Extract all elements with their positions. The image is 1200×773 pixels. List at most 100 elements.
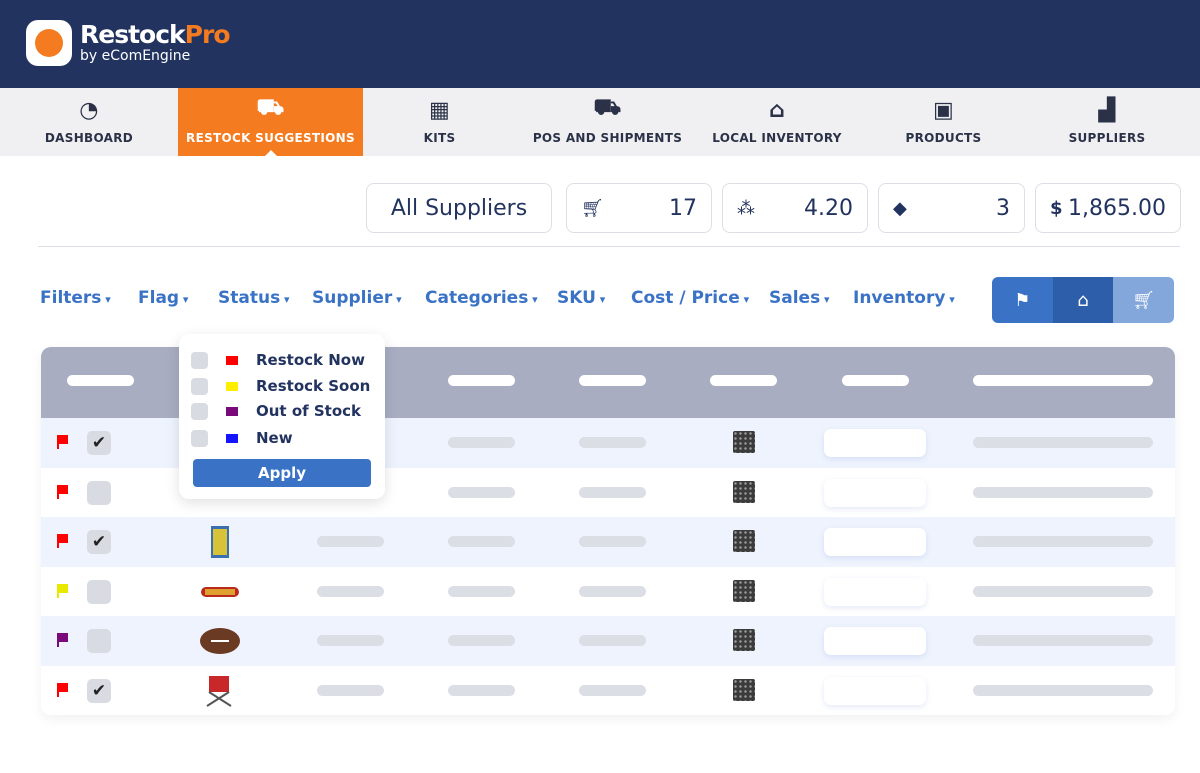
filter-flag[interactable]: Flag <box>138 288 188 308</box>
row-checkbox[interactable] <box>87 481 111 505</box>
cell-placeholder <box>579 487 646 498</box>
calculator-icon[interactable] <box>733 679 755 701</box>
quantity-input[interactable] <box>824 677 926 705</box>
nav-local-inventory[interactable]: ⌂LOCAL INVENTORY <box>699 88 855 156</box>
filter-filters[interactable]: Filters <box>40 288 111 308</box>
row-checkbox[interactable]: ✔ <box>87 431 111 455</box>
row-checkbox[interactable]: ✔ <box>87 679 111 703</box>
cell-placeholder <box>448 536 515 547</box>
table-row[interactable] <box>41 616 1175 666</box>
calculator-icon[interactable] <box>733 431 755 453</box>
row-checkbox[interactable] <box>87 629 111 653</box>
checkbox[interactable] <box>191 352 208 369</box>
status-option-restock-soon[interactable]: Restock Soon <box>191 376 370 396</box>
checkbox[interactable] <box>191 430 208 447</box>
quantity-input[interactable] <box>824 578 926 606</box>
product-image <box>199 525 241 559</box>
filter-sales[interactable]: Sales <box>769 288 830 308</box>
cell-placeholder <box>317 685 384 696</box>
logo[interactable]: RestockPro by eComEngine <box>26 20 230 66</box>
boxes-icon: ▦ <box>429 98 450 123</box>
cell-placeholder <box>579 685 646 696</box>
quantity-input[interactable] <box>824 479 926 507</box>
status-option-out-of-stock[interactable]: Out of Stock <box>191 401 361 421</box>
nav-label: LOCAL INVENTORY <box>712 131 842 145</box>
logo-name-accent: Pro <box>185 20 230 49</box>
row-checkbox[interactable]: ✔ <box>87 530 111 554</box>
option-label: New <box>256 429 293 447</box>
row-checkbox[interactable] <box>87 580 111 604</box>
flag-icon[interactable] <box>57 435 68 444</box>
flag-icon <box>226 382 238 391</box>
table-row[interactable] <box>41 567 1175 617</box>
total-value: 1,865.00 <box>1068 196 1166 221</box>
filter-sku[interactable]: SKU <box>557 288 605 308</box>
nav-label: PRODUCTS <box>906 131 982 145</box>
supplier-select[interactable]: All Suppliers <box>366 183 552 233</box>
nav-pos-and-shipments[interactable]: ⛟POS AND SHIPMENTS <box>516 88 699 156</box>
cell-placeholder <box>579 586 646 597</box>
nav-kits[interactable]: ▦KITS <box>363 88 516 156</box>
warehouse-view-button[interactable]: ⌂ <box>1053 277 1114 323</box>
status-option-restock-now[interactable]: Restock Now <box>191 350 365 370</box>
option-label: Restock Now <box>256 351 365 369</box>
tags-stat: ◆3 <box>878 183 1025 233</box>
table-row[interactable]: ✔ <box>41 666 1175 716</box>
filter-supplier[interactable]: Supplier <box>312 288 402 308</box>
cell-placeholder <box>579 635 646 646</box>
flag-view-button[interactable]: ⚑ <box>992 277 1053 323</box>
factory-icon: ▟ <box>1098 98 1115 123</box>
cell-placeholder <box>579 536 646 547</box>
supplier-value: All Suppliers <box>391 196 527 221</box>
calculator-icon[interactable] <box>733 580 755 602</box>
header-placeholder <box>710 375 777 386</box>
product-image <box>199 575 241 609</box>
cart-view-button[interactable]: 🛒︎ <box>1113 277 1174 323</box>
quantity-input[interactable] <box>824 429 926 457</box>
status-option-new[interactable]: New <box>191 428 293 448</box>
calculator-icon[interactable] <box>733 481 755 503</box>
warehouse-icon: ⌂ <box>1077 290 1088 311</box>
cell-placeholder <box>448 586 515 597</box>
flag-icon[interactable] <box>57 584 68 593</box>
checkbox[interactable] <box>191 403 208 420</box>
cell-placeholder <box>317 536 384 547</box>
cell-placeholder <box>579 437 646 448</box>
cell-placeholder <box>973 586 1153 597</box>
calculator-icon[interactable] <box>733 530 755 552</box>
nav-label: RESTOCK SUGGESTIONS <box>186 131 355 145</box>
checkbox[interactable] <box>191 378 208 395</box>
cell-placeholder <box>973 635 1153 646</box>
nav-label: POS AND SHIPMENTS <box>533 131 682 145</box>
cubes-icon: ⁂ <box>737 198 755 219</box>
header-placeholder <box>448 375 515 386</box>
cell-placeholder <box>448 487 515 498</box>
filter-status[interactable]: Status <box>218 288 290 308</box>
flag-icon[interactable] <box>57 485 68 494</box>
flag-icon[interactable] <box>57 633 68 642</box>
quantity-input[interactable] <box>824 528 926 556</box>
table-row[interactable]: ✔ <box>41 517 1175 567</box>
calculator-icon[interactable] <box>733 629 755 651</box>
header-placeholder <box>67 375 134 386</box>
nav-restock-suggestions[interactable]: ⛟RESTOCK SUGGESTIONS <box>178 88 363 156</box>
filter-inventory[interactable]: Inventory <box>853 288 955 308</box>
tags-count: 3 <box>996 196 1010 221</box>
filter-cost-price[interactable]: Cost / Price <box>631 288 749 308</box>
header-placeholder <box>579 375 646 386</box>
nav-dashboard[interactable]: ◔DASHBOARD <box>0 88 178 156</box>
cell-placeholder <box>317 635 384 646</box>
nav-products[interactable]: ▣PRODUCTS <box>855 88 1032 156</box>
quantity-input[interactable] <box>824 627 926 655</box>
cart-icon: 🛒︎ <box>581 198 604 219</box>
flag-icon[interactable] <box>57 683 68 692</box>
apply-button[interactable]: Apply <box>193 459 371 487</box>
nav-suppliers[interactable]: ▟SUPPLIERS <box>1032 88 1182 156</box>
flag-icon[interactable] <box>57 534 68 543</box>
top-bar: RestockPro by eComEngine <box>0 0 1200 88</box>
main-nav: ◔DASHBOARD ⛟RESTOCK SUGGESTIONS ▦KITS ⛟P… <box>0 88 1200 156</box>
cell-placeholder <box>448 437 515 448</box>
cubes-stat: ⁂4.20 <box>722 183 868 233</box>
cart-stat: 🛒︎17 <box>566 183 712 233</box>
filter-categories[interactable]: Categories <box>425 288 538 308</box>
